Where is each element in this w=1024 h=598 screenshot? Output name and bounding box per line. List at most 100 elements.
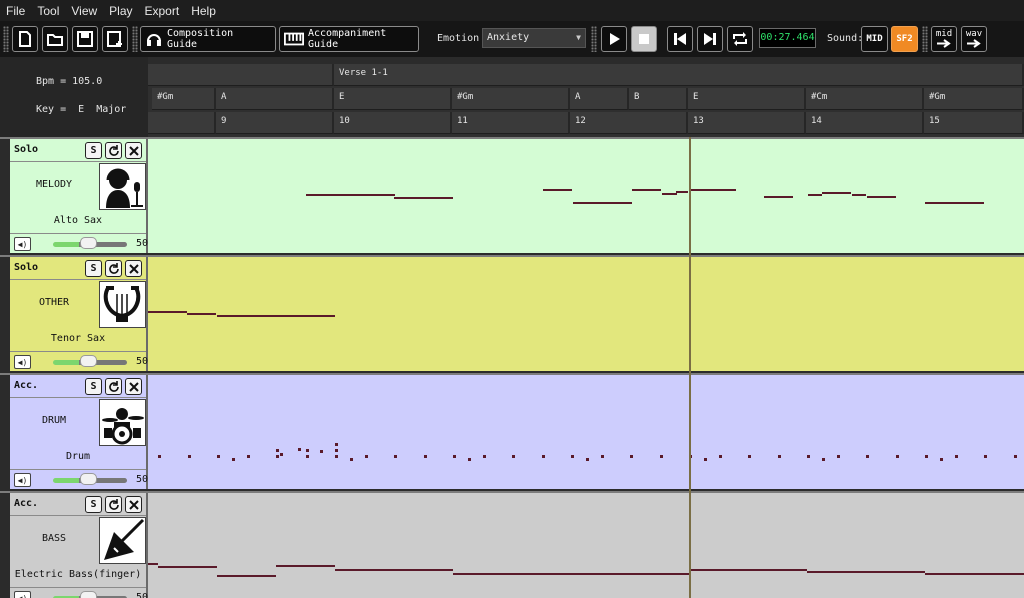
play-button[interactable] xyxy=(601,26,627,52)
note-bar[interactable] xyxy=(187,313,216,315)
drum-hit[interactable] xyxy=(158,455,161,458)
drum-hit[interactable] xyxy=(306,455,309,458)
sound-mid-button[interactable]: MID xyxy=(861,26,888,52)
note-bar[interactable] xyxy=(148,563,158,565)
note-bar[interactable] xyxy=(217,315,335,317)
note-bar[interactable] xyxy=(394,197,453,199)
drum-hit[interactable] xyxy=(350,458,353,461)
note-lane[interactable] xyxy=(148,375,1024,489)
new-file-button[interactable] xyxy=(12,26,38,52)
save-button[interactable] xyxy=(72,26,98,52)
solo-toggle-button[interactable]: S xyxy=(85,260,102,277)
volume-slider-thumb[interactable] xyxy=(80,473,97,485)
menu-view[interactable]: View xyxy=(65,4,103,18)
drum-hit[interactable] xyxy=(320,450,323,453)
note-bar[interactable] xyxy=(453,573,571,575)
note-bar[interactable] xyxy=(822,192,851,194)
loop-button[interactable] xyxy=(727,26,753,52)
refresh-button[interactable] xyxy=(105,142,122,159)
drum-hit[interactable] xyxy=(571,455,574,458)
note-bar[interactable] xyxy=(306,194,395,196)
delete-track-button[interactable] xyxy=(125,142,142,159)
delete-track-button[interactable] xyxy=(125,260,142,277)
chord-cell[interactable]: #Cm xyxy=(806,88,924,110)
drum-hit[interactable] xyxy=(276,455,279,458)
note-bar[interactable] xyxy=(571,573,689,575)
chord-cell[interactable]: E xyxy=(334,88,452,110)
drum-hit[interactable] xyxy=(866,455,869,458)
drum-hit[interactable] xyxy=(453,455,456,458)
chord-cell[interactable]: A xyxy=(216,88,334,110)
drum-hit[interactable] xyxy=(822,458,825,461)
drum-hit[interactable] xyxy=(542,455,545,458)
speaker-icon[interactable]: ◀) xyxy=(14,473,31,487)
export-mid-button[interactable]: mid xyxy=(931,26,957,52)
speaker-icon[interactable]: ◀) xyxy=(14,591,31,598)
instrument-name[interactable]: Drum xyxy=(10,451,146,462)
drum-hit[interactable] xyxy=(704,458,707,461)
note-bar[interactable] xyxy=(335,569,453,571)
note-bar[interactable] xyxy=(676,191,688,193)
note-lane[interactable] xyxy=(148,493,1024,598)
drum-hit[interactable] xyxy=(748,455,751,458)
note-bar[interactable] xyxy=(867,196,896,198)
sound-sf2-button[interactable]: SF2 xyxy=(891,26,918,52)
refresh-button[interactable] xyxy=(105,496,122,513)
bass-guitar-avatar-icon[interactable] xyxy=(99,517,146,564)
delete-track-button[interactable] xyxy=(125,378,142,395)
drum-kit-avatar-icon[interactable] xyxy=(99,399,146,446)
instrument-name[interactable]: Alto Sax xyxy=(10,215,146,226)
drum-hit[interactable] xyxy=(984,455,987,458)
note-bar[interactable] xyxy=(276,565,335,567)
drum-hit[interactable] xyxy=(837,455,840,458)
drum-hit[interactable] xyxy=(247,455,250,458)
note-bar[interactable] xyxy=(808,194,822,196)
composition-guide-button[interactable]: Composition Guide xyxy=(140,26,276,52)
drum-hit[interactable] xyxy=(335,443,338,446)
drum-hit[interactable] xyxy=(335,449,338,452)
drum-hit[interactable] xyxy=(217,455,220,458)
menu-file[interactable]: File xyxy=(0,4,31,18)
delete-track-button[interactable] xyxy=(125,496,142,513)
instrument-name[interactable]: Tenor Sax xyxy=(10,333,146,344)
chord-cell[interactable]: E xyxy=(688,88,806,110)
note-bar[interactable] xyxy=(662,193,677,195)
note-bar[interactable] xyxy=(925,202,984,204)
note-lane[interactable] xyxy=(148,257,1024,371)
section-cell[interactable]: Verse 1-1 xyxy=(334,64,1024,86)
drum-hit[interactable] xyxy=(601,455,604,458)
drum-hit[interactable] xyxy=(778,455,781,458)
save-as-button[interactable] xyxy=(102,26,128,52)
drum-hit[interactable] xyxy=(660,455,663,458)
chord-cell[interactable]: #Gm xyxy=(152,88,216,110)
drum-hit[interactable] xyxy=(232,458,235,461)
key-readout[interactable]: Key = E Major xyxy=(36,104,126,115)
drum-hit[interactable] xyxy=(394,455,397,458)
speaker-icon[interactable]: ◀) xyxy=(14,237,31,251)
menu-tool[interactable]: Tool xyxy=(31,4,65,18)
drum-hit[interactable] xyxy=(365,455,368,458)
note-bar[interactable] xyxy=(852,194,866,196)
drum-hit[interactable] xyxy=(719,455,722,458)
menu-export[interactable]: Export xyxy=(139,4,186,18)
note-bar[interactable] xyxy=(691,189,736,191)
open-file-button[interactable] xyxy=(42,26,68,52)
drum-hit[interactable] xyxy=(925,455,928,458)
note-bar[interactable] xyxy=(807,571,925,573)
drum-hit[interactable] xyxy=(468,458,471,461)
instrument-name[interactable]: Electric Bass(finger) xyxy=(10,569,146,580)
singer-avatar-icon[interactable] xyxy=(99,163,146,210)
drum-hit[interactable] xyxy=(306,449,309,452)
note-bar[interactable] xyxy=(158,566,217,568)
drum-hit[interactable] xyxy=(188,455,191,458)
menu-play[interactable]: Play xyxy=(103,4,138,18)
note-bar[interactable] xyxy=(148,311,187,313)
chord-cell[interactable]: A xyxy=(570,88,629,110)
chord-cell[interactable]: #Gm xyxy=(924,88,1024,110)
note-bar[interactable] xyxy=(573,202,632,204)
solo-toggle-button[interactable]: S xyxy=(85,378,102,395)
drum-hit[interactable] xyxy=(335,455,338,458)
drum-hit[interactable] xyxy=(298,448,301,451)
stop-button[interactable] xyxy=(631,26,657,52)
drum-hit[interactable] xyxy=(896,455,899,458)
